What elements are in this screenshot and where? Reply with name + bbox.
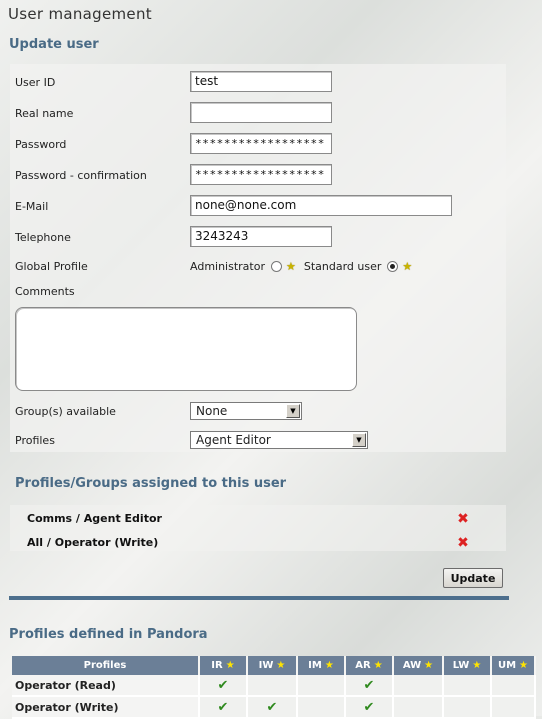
groups-select[interactable]: None ▼	[190, 402, 302, 420]
star-icon: ★	[225, 660, 235, 671]
star-icon: ★	[324, 660, 334, 671]
groups-select-value: None	[196, 404, 228, 418]
permission-cell	[492, 675, 536, 697]
assigned-item: All / Operator (Write)	[27, 536, 159, 549]
page-title: User management	[8, 5, 152, 23]
comments-label: Comments	[15, 285, 75, 298]
check-icon: ✔	[363, 677, 375, 693]
password-label: Password	[15, 138, 67, 151]
profiles-table: Profiles IR ★ IW ★ IM ★ AR ★ AW ★ LW ★ UM ★ Ope…	[12, 656, 536, 719]
star-icon: ★	[519, 660, 529, 671]
email-input[interactable]: none@none.com	[190, 195, 452, 216]
comments-textarea[interactable]	[15, 307, 357, 391]
global-profile-radio-group: Administrator ★ Standard user ★	[190, 260, 420, 273]
user-id-label: User ID	[15, 76, 56, 89]
column-header-ar: AR ★	[346, 656, 394, 675]
real-name-label: Real name	[15, 107, 74, 120]
column-header-um: UM ★	[492, 656, 536, 675]
profile-name-cell: Operator (Read)	[12, 675, 200, 697]
table-row: Operator (Read) ✔ ✔	[12, 675, 536, 697]
email-label: E-Mail	[15, 200, 49, 213]
user-id-input[interactable]: test	[190, 71, 332, 92]
global-profile-label: Global Profile	[15, 260, 88, 273]
assigned-item: Comms / Agent Editor	[27, 512, 162, 525]
section-divider	[9, 596, 509, 600]
standard-user-radio[interactable]	[387, 261, 399, 272]
check-icon: ✔	[217, 677, 229, 693]
star-icon: ★	[402, 260, 413, 273]
check-icon: ✔	[266, 699, 278, 715]
permission-cell	[248, 675, 298, 697]
profiles-defined-heading: Profiles defined in Pandora	[9, 627, 208, 642]
permission-cell	[444, 675, 492, 697]
password-input[interactable]: ******************	[190, 133, 332, 154]
radio-label-standard-user: Standard user	[303, 260, 382, 273]
star-icon: ★	[286, 260, 296, 273]
star-icon: ★	[424, 660, 434, 671]
telephone-label: Telephone	[15, 231, 71, 244]
column-header-iw: IW ★	[248, 656, 298, 675]
radio-label-administrator: Administrator	[190, 260, 265, 273]
profiles-select[interactable]: Agent Editor ▼	[190, 431, 368, 449]
column-header-im: IM ★	[298, 656, 346, 675]
assigned-heading: Profiles/Groups assigned to this user	[15, 476, 287, 491]
permission-cell: ✔	[200, 675, 248, 697]
delete-x-icon[interactable]: ✖	[457, 512, 469, 526]
profiles-select-value: Agent Editor	[196, 433, 271, 447]
password-confirm-label: Password - confirmation	[15, 169, 147, 182]
telephone-input[interactable]: 3243243	[190, 226, 332, 247]
administrator-radio[interactable]	[271, 261, 282, 272]
permission-cell: ✔	[346, 675, 394, 697]
check-icon: ✔	[363, 699, 375, 715]
column-header-lw: LW ★	[444, 656, 492, 675]
chevron-down-icon[interactable]: ▼	[286, 404, 300, 418]
chevron-down-icon[interactable]: ▼	[352, 433, 366, 447]
permission-cell	[298, 675, 346, 697]
permission-cell	[394, 675, 444, 697]
update-button[interactable]: Update	[443, 568, 503, 588]
column-header-profiles: Profiles	[12, 656, 200, 675]
profiles-label: Profiles	[15, 434, 55, 447]
star-icon: ★	[472, 660, 482, 671]
check-icon: ✔	[217, 699, 229, 715]
star-icon: ★	[373, 660, 383, 671]
groups-available-label: Group(s) available	[15, 405, 116, 418]
column-header-ir: IR ★	[200, 656, 248, 675]
star-icon: ★	[276, 660, 286, 671]
password-confirm-input[interactable]: ******************	[190, 164, 332, 185]
section-title-update-user: Update user	[9, 37, 99, 52]
delete-x-icon[interactable]: ✖	[457, 536, 469, 550]
column-header-aw: AW ★	[394, 656, 444, 675]
real-name-input[interactable]	[190, 102, 332, 123]
